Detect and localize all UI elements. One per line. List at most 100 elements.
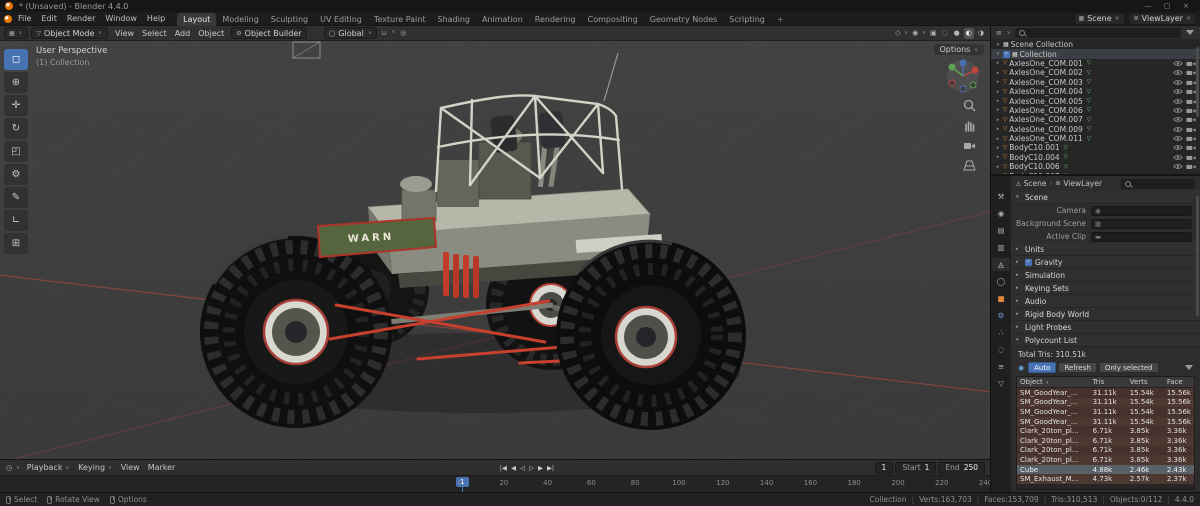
properties-tab-scene[interactable]: ◬ [992,258,1010,271]
frame-end-field[interactable]: End 250 [938,461,986,474]
background-scene-field[interactable]: ▦ [1091,218,1192,229]
polycount-pin-icon[interactable]: ◉ [1016,364,1026,372]
hide-in-viewport-icon[interactable] [1173,144,1183,151]
hide-in-viewport-icon[interactable] [1173,126,1183,133]
viewlayer-selector[interactable]: ≣ ViewLayer × [1128,12,1196,25]
outliner-row[interactable]: ▸ ▽ BodyC10.006 ▽ [991,162,1200,171]
hide-in-viewport-icon[interactable] [1173,154,1183,161]
shading-rendered-icon[interactable]: ◑ [976,28,986,39]
disable-in-render-icon[interactable] [1186,69,1196,76]
disable-in-render-icon[interactable] [1186,144,1196,151]
viewport-menu-add[interactable]: Add [171,29,195,38]
properties-tab-object-data[interactable]: ▽ [992,377,1010,390]
previous-keyframe-button[interactable]: ◀ [511,464,516,472]
outliner-row[interactable]: ▸ ▽ AxlesOne_COM.009 ▽ [991,125,1200,134]
polycount-section-header[interactable]: ▾ Polycount List [1011,334,1200,347]
frame-start-field[interactable]: Start 1 [895,461,937,474]
menu-help[interactable]: Help [142,12,170,25]
hide-in-viewport-icon[interactable] [1173,116,1183,123]
hide-in-viewport-icon[interactable] [1173,107,1183,114]
gizmo-y-neg[interactable] [969,81,977,89]
perspective-toggle-icon[interactable] [963,159,976,172]
disable-in-render-icon[interactable] [1186,173,1196,174]
shading-material-icon[interactable]: ◐ [963,27,974,39]
polycount-table-header[interactable]: Object ▾ Tris Verts Face [1017,377,1194,388]
menu-file[interactable]: File [13,12,36,25]
disable-in-render-icon[interactable] [1186,98,1196,105]
show-overlays-icon[interactable]: ◉ [911,29,919,37]
timeline-menu-view[interactable]: View [117,463,144,472]
outliner-row[interactable]: ▸ ▽ AxlesOne_COM.011 ▽ [991,134,1200,143]
outliner-search-input[interactable] [1027,28,1177,37]
properties-tab-output[interactable]: ▤ [992,224,1010,237]
hide-in-viewport-icon[interactable] [1173,79,1183,86]
outliner-row[interactable]: ▸ ▽ AxlesOne_COM.001 ▽ [991,59,1200,68]
object-builder-button[interactable]: ⚙ Object Builder [231,27,307,39]
mode-selector[interactable]: ▽ Object Mode ∨ [31,27,109,39]
viewlayer-unlink-icon[interactable]: × [1186,15,1191,22]
3d-viewport[interactable]: WARN User Perspective (1) Collection ◻ ⊕… [0,41,990,459]
workspace-tab-layout[interactable]: Layout [177,12,217,26]
hide-in-viewport-icon[interactable] [1173,69,1183,76]
polycount-row[interactable]: Clark_20ton_pl... 6.71k 3.85k 3.36k [1017,426,1194,436]
properties-tab-modifiers[interactable]: ⚙ [992,309,1010,322]
play-button[interactable]: ▷ [529,464,534,472]
editor-type-selector[interactable]: ▦ ∨ [4,27,29,39]
hide-in-viewport-icon[interactable] [1173,98,1183,105]
disable-in-render-icon[interactable] [1186,126,1196,133]
truck-rear-right-tire[interactable] [556,239,746,430]
options-dropdown[interactable]: Options ∨ [934,44,984,55]
current-frame-field[interactable]: 1 [874,461,894,474]
hide-in-viewport-icon[interactable] [1173,60,1183,67]
properties-tab-view-layer[interactable]: ▥ [992,241,1010,254]
outliner-row[interactable]: ▸ ▽ AxlesOne_COM.006 ▽ [991,106,1200,115]
properties-tab-tool[interactable]: ⚒ [992,190,1010,203]
snapping-dropdown-icon[interactable]: ∨ [392,29,396,37]
outliner-editor-icon[interactable]: ≡ [995,29,1003,37]
transform-tool[interactable]: ⚙ [4,164,28,185]
outliner-scrollbar[interactable] [1196,47,1199,117]
properties-search[interactable] [1121,178,1195,189]
gizmo-z-axis[interactable] [959,59,967,67]
workspace-tab-geometry-nodes[interactable]: Geometry Nodes [644,13,723,26]
section-units[interactable]: ▸ Units [1011,243,1200,256]
workspace-tab-shading[interactable]: Shading [431,13,476,26]
section-keying-sets[interactable]: ▸ Keying Sets [1011,282,1200,295]
timeline-menu-keying[interactable]: Keying ∨ [74,463,117,472]
show-gizmos-icon[interactable]: ◇ [894,29,901,37]
viewport-menu-view[interactable]: View [111,29,138,38]
zoom-icon[interactable] [963,99,976,112]
polycount-row[interactable]: Clark_20ton_pl... 6.71k 3.85k 3.36k [1017,445,1194,456]
toggle-xray-icon[interactable]: ▣ [929,29,938,37]
navigation-gizmo[interactable] [946,59,980,93]
section-audio[interactable]: ▸ Audio [1011,295,1200,308]
polycount-filter-icon[interactable] [1185,365,1193,370]
close-button[interactable]: × [1177,0,1195,12]
proportional-editing-icon[interactable]: ◎ [399,29,407,37]
add-cube-tool[interactable]: ⊞ [4,233,28,254]
camera-field[interactable]: ◉ [1091,205,1192,216]
workspace-tab-modeling[interactable]: Modeling [216,13,264,26]
polycount-row[interactable]: SM_Exhaust_M... 4.73k 2.57k 2.37k [1017,474,1194,484]
scale-tool[interactable]: ◰ [4,141,28,162]
gizmo-y-axis[interactable] [948,63,956,71]
menu-render[interactable]: Render [62,12,100,25]
outliner-search[interactable] [1014,27,1181,38]
outliner-row[interactable]: ▸ ▽ AxlesOne_COM.004 ▽ [991,87,1200,96]
outliner-row[interactable]: ▸ ▽ AxlesOne_COM.007 ▽ [991,115,1200,124]
polycount-row[interactable]: SM_GoodYear_... 31.11k 15.54k 15.56k [1017,416,1194,427]
polycount-row[interactable]: Cube 4.88k 2.46k 2.43k [1017,464,1194,475]
properties-tab-render[interactable]: ◉ [992,207,1010,220]
hide-in-viewport-icon[interactable] [1173,173,1183,174]
viewport-canvas[interactable]: WARN [0,41,990,459]
blender-menu-icon[interactable] [4,14,12,23]
cursor-tool[interactable]: ⊕ [4,72,28,93]
timeline-menu-playback[interactable]: Playback ∨ [23,463,74,472]
maximize-button[interactable]: ▢ [1158,0,1176,12]
disable-in-render-icon[interactable] [1186,116,1196,123]
select-box-tool[interactable]: ◻ [4,49,28,70]
active-clip-field[interactable]: ▬ [1091,231,1192,242]
move-tool[interactable]: ✛ [4,95,28,116]
polycount-row[interactable]: SM_GoodYear_... 31.11k 15.54k 15.56k [1017,397,1194,408]
workspace-tab-scripting[interactable]: Scripting [723,13,771,26]
